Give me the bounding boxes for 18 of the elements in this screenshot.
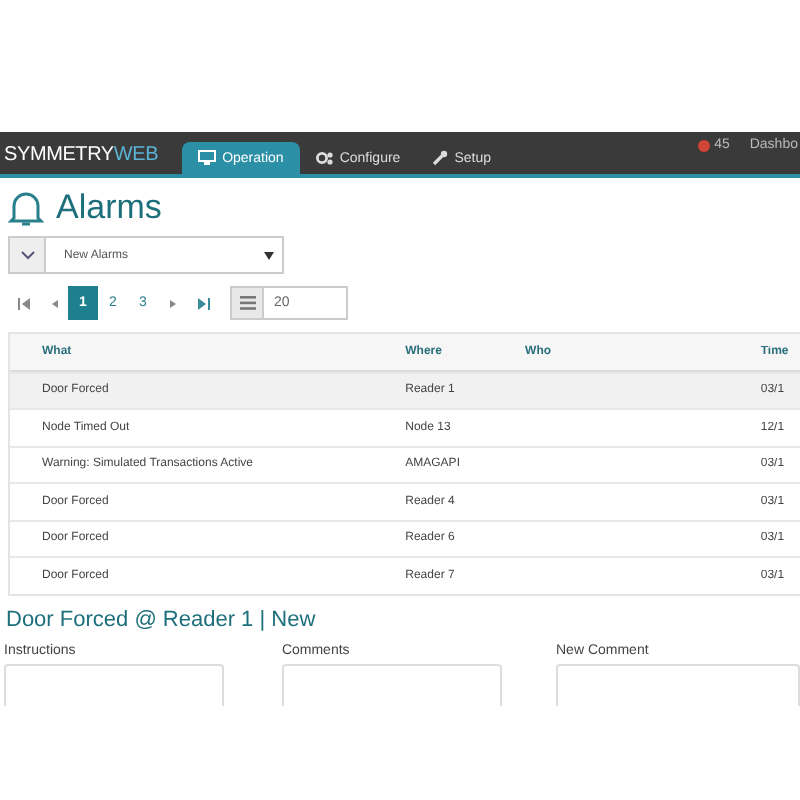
first-icon [17, 297, 29, 309]
text-area[interactable] [556, 663, 800, 705]
text-area[interactable] [281, 663, 502, 705]
monitor-icon [198, 150, 217, 166]
previous-icon [49, 297, 57, 309]
list-icon [239, 296, 255, 310]
text-area[interactable] [4, 663, 224, 705]
bell-icon [8, 189, 44, 227]
page-title: Alarms [56, 188, 162, 228]
alarm-detail-title: Door Forced @ Reader 1 | New [6, 607, 318, 631]
caret-icon [264, 251, 274, 259]
last-icon [197, 297, 209, 309]
brand-logo[interactable]: SYMMETRYWEB [0, 144, 183, 174]
chevron-icon [19, 250, 35, 260]
collapse-button[interactable] [10, 238, 46, 272]
gears-icon [315, 150, 334, 166]
wrench-icon [432, 150, 449, 166]
next-icon [169, 297, 177, 309]
